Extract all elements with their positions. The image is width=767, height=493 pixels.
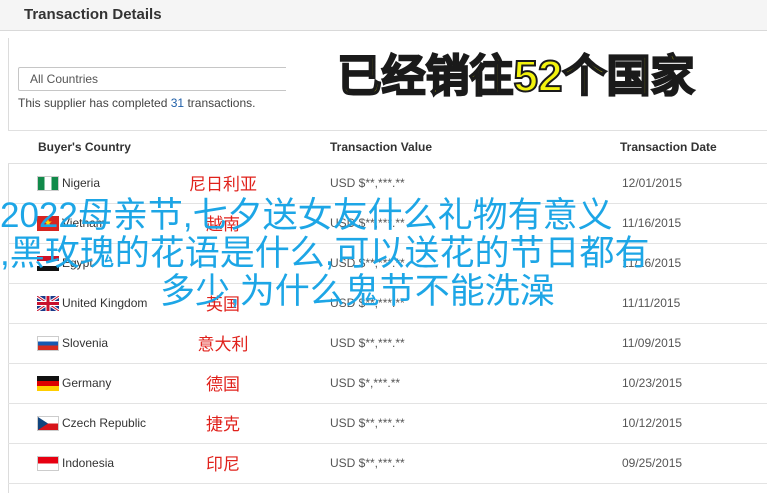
overlay-caption-line-2: ,黑玫瑰的花语是什么,可以送花的节日都有	[0, 234, 650, 273]
table-row: Indonesia 印尼 USD $**,***.** 09/25/2015	[8, 444, 767, 484]
header-date: Transaction Date	[620, 140, 717, 154]
uk-flag-icon	[37, 296, 59, 311]
table-row: Slovenia 意大利 USD $**,***.** 11/09/2015	[8, 324, 767, 364]
overlay-caption-line-1: 2022母亲节,七夕送女友什么礼物有意义	[0, 196, 613, 235]
transaction-count: 31	[170, 96, 185, 110]
row-country-chinese: 捷克	[206, 415, 240, 434]
page-title: Transaction Details	[24, 6, 162, 23]
germany-flag-icon	[37, 376, 59, 391]
table-row: Czech Republic 捷克 USD $**,***.** 10/12/2…	[8, 404, 767, 444]
transaction-summary: This supplier has completed 31 transacti…	[18, 96, 255, 110]
row-value: USD $**,***.**	[330, 336, 405, 350]
row-value: USD $**,***.**	[330, 176, 405, 190]
row-country: Indonesia	[62, 456, 115, 470]
row-date: 09/25/2015	[622, 456, 683, 470]
slovenia-flag-icon	[37, 336, 59, 351]
row-country-chinese: 印尼	[206, 455, 240, 474]
row-date: 11/09/2015	[622, 336, 682, 350]
row-value: USD $**,***.**	[330, 456, 405, 470]
row-value: USD $*,***.**	[330, 376, 401, 390]
row-country: Slovenia	[62, 336, 109, 350]
overlay-caption-line-3: 多少,为什么鬼节不能洗澡	[160, 272, 555, 311]
row-country: Czech Republic	[62, 416, 147, 430]
summary-suffix: transactions.	[184, 96, 256, 110]
header-country: Buyer's Country	[38, 140, 131, 154]
row-country-chinese: 意大利	[197, 335, 249, 354]
indonesia-flag-icon	[37, 456, 59, 471]
nigeria-flag-icon	[37, 176, 59, 191]
header-value: Transaction Value	[330, 140, 433, 154]
promo-banner-text: 已经销往52个国家	[337, 51, 696, 102]
row-country-chinese: 尼日利亚	[189, 175, 257, 194]
row-country: Germany	[62, 376, 112, 390]
title-bar: Transaction Details	[0, 0, 767, 31]
row-country: United Kingdom	[62, 296, 148, 310]
row-date: 12/01/2015	[622, 176, 683, 190]
czech-flag-icon	[37, 416, 59, 431]
row-value: USD $**,***.**	[330, 416, 405, 430]
table-row: Germany 德国 USD $*,***.** 10/23/2015	[8, 364, 767, 404]
summary-prefix: This supplier has completed	[18, 96, 171, 110]
row-country-chinese: 德国	[206, 375, 240, 394]
table-header: Buyer's Country Transaction Value Transa…	[8, 130, 767, 164]
country-filter-value: All Countries	[30, 72, 99, 86]
row-date: 10/12/2015	[622, 416, 683, 430]
row-date: 10/23/2015	[622, 376, 683, 390]
promo-banner: 已经销往52个国家	[286, 36, 746, 102]
row-country: Nigeria	[62, 176, 101, 190]
